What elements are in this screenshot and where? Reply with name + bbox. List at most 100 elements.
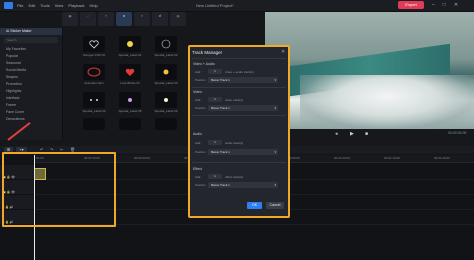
sticker-tile[interactable] — [83, 64, 105, 80]
sidebar-item-decorations[interactable]: Decorations — [0, 116, 62, 123]
sticker-tile[interactable] — [155, 64, 177, 80]
ruler-tick: 00:01:00:00 — [334, 156, 350, 160]
star-burst-icon — [163, 69, 169, 75]
sticker-label: Special_Label 04 — [82, 109, 106, 113]
effect-position-select[interactable]: Below Track 1 ▾ — [208, 182, 278, 188]
menu-view[interactable]: View — [55, 1, 64, 10]
play-icon[interactable]: ▶ — [350, 131, 354, 137]
tab-effects-icon[interactable]: ✦ — [134, 12, 150, 26]
video-count-stepper[interactable]: 1 — [208, 97, 222, 102]
section-title-audio: Audio — [193, 132, 202, 136]
position-label: Position — [195, 150, 206, 154]
sticker-tile[interactable] — [83, 92, 105, 108]
cancel-button[interactable]: Cancel — [266, 202, 284, 209]
sticker-label: Animation Elm — [84, 81, 104, 85]
sidebar-item-interface[interactable]: Interface — [0, 95, 62, 102]
glow-icon — [164, 98, 168, 102]
sticker-label: Special_Label 03 — [154, 81, 178, 85]
tab-transitions-icon[interactable]: ⇄ — [152, 12, 168, 26]
audio-count-stepper[interactable]: 1 — [208, 140, 222, 145]
tab-media-icon[interactable]: ▣ — [62, 12, 78, 26]
sticker-label: Nitrogen FSF 02 — [82, 53, 105, 57]
ruler-tick: 00:00:20:00 — [134, 156, 150, 160]
divider — [192, 115, 286, 116]
divider — [192, 87, 286, 88]
effect-count-stepper[interactable]: 1 — [208, 174, 222, 179]
select-value: Below Track 1 — [211, 106, 230, 110]
menu-file[interactable]: File — [17, 1, 23, 10]
sticker-tile[interactable] — [155, 118, 177, 130]
sticker-label: Special_Label 02 — [154, 53, 178, 57]
tab-audio-icon[interactable]: ♪ — [80, 12, 96, 26]
menu-playback[interactable]: Playback — [68, 1, 84, 10]
ruler-tick: 00:01:10:00 — [384, 156, 400, 160]
sidebar-item-highlights[interactable]: Highlights — [0, 88, 62, 95]
divider — [192, 162, 286, 163]
sticker-tile[interactable] — [119, 36, 141, 52]
red-ring-icon — [87, 67, 101, 77]
sidebar-item-face-cover[interactable]: Face Cover — [0, 109, 62, 116]
menu-edit[interactable]: Edit — [28, 1, 35, 10]
minimize-icon[interactable]: – — [432, 1, 435, 10]
section-hint: video + audio track(s) — [225, 70, 254, 74]
sticker-label: Love Bricks 01 — [120, 81, 140, 85]
chevron-down-icon: ▾ — [274, 150, 276, 154]
sidebar-item-ai-sticker-maker[interactable]: AI Sticker Maker — [0, 28, 62, 35]
tab-templates-icon[interactable]: ▤ — [170, 12, 186, 26]
section-title-video-audio: Video + Audio — [193, 62, 215, 66]
sidebar-item-favorites[interactable]: My Favorites — [0, 46, 62, 53]
step-back-icon[interactable]: ◂ — [335, 131, 338, 137]
section-title-video: Video — [193, 90, 202, 94]
audio-position-select[interactable]: Below Track 1 ▾ — [208, 149, 278, 155]
add-label: Add — [195, 98, 201, 102]
sticker-tile[interactable] — [119, 118, 141, 130]
dots-icon — [90, 99, 98, 101]
chevron-down-icon: ▾ — [274, 106, 276, 110]
sidebar-item-promotion[interactable]: Promotion — [0, 81, 62, 88]
stop-icon[interactable]: ■ — [365, 131, 368, 137]
section-hint: audio track(s) — [225, 141, 244, 145]
select-value: Below Track 1 — [211, 183, 230, 187]
app-logo-icon — [4, 2, 13, 9]
sidebar-item-shapes[interactable]: Shapes — [0, 74, 62, 81]
ruler-tick: 00:01:20:00 — [434, 156, 450, 160]
dialog-close-icon[interactable]: ✕ — [281, 49, 285, 55]
sticker-label: Special_Label 01 — [118, 53, 142, 57]
export-button[interactable]: Export — [398, 1, 424, 9]
red-heart-icon — [125, 68, 135, 76]
sticker-tile[interactable] — [83, 36, 105, 52]
section-title-effect: Effect — [193, 167, 202, 171]
sticker-tile[interactable] — [155, 92, 177, 108]
select-value: Below Track 1 — [211, 78, 230, 82]
mist-image — [300, 75, 474, 129]
position-label: Position — [195, 78, 206, 82]
position-label: Position — [195, 183, 206, 187]
sidebar-item-popular[interactable]: Popular — [0, 53, 62, 60]
add-label: Add — [195, 70, 201, 74]
sidebar-item-seasonal[interactable]: Seasonal — [0, 60, 62, 67]
video-audio-position-select[interactable]: Below Track 1 ▾ — [208, 77, 278, 83]
chevron-down-icon: ▾ — [274, 78, 276, 82]
window-title: New Untitled Project* — [196, 3, 234, 8]
menu-tools[interactable]: Tools — [40, 1, 49, 10]
sticker-tile[interactable] — [119, 92, 141, 108]
video-position-select[interactable]: Below Track 1 ▾ — [208, 105, 278, 111]
select-value: Below Track 1 — [211, 150, 230, 154]
sparkle-icon — [127, 41, 133, 47]
sticker-label: Special_Label 05 — [118, 109, 142, 113]
position-label: Position — [195, 106, 206, 110]
sticker-tile[interactable] — [155, 36, 177, 52]
close-icon[interactable]: ✕ — [454, 1, 458, 10]
sidebar-item-social-media[interactable]: Social Media — [0, 67, 62, 74]
tab-stickers-icon[interactable]: ★ — [116, 12, 132, 26]
menu-help[interactable]: Help — [90, 1, 98, 10]
sidebar-search[interactable]: Search — [4, 37, 58, 43]
sidebar-item-frame[interactable]: Frame — [0, 102, 62, 109]
video-audio-count-stepper[interactable]: 1 — [208, 69, 222, 74]
section-hint: effect track(s) — [225, 175, 244, 179]
tab-text-icon[interactable]: T — [98, 12, 114, 26]
sticker-tile[interactable] — [119, 64, 141, 80]
maximize-icon[interactable]: □ — [443, 1, 446, 10]
ok-button[interactable]: OK — [247, 202, 262, 209]
sticker-tile[interactable] — [83, 118, 105, 130]
